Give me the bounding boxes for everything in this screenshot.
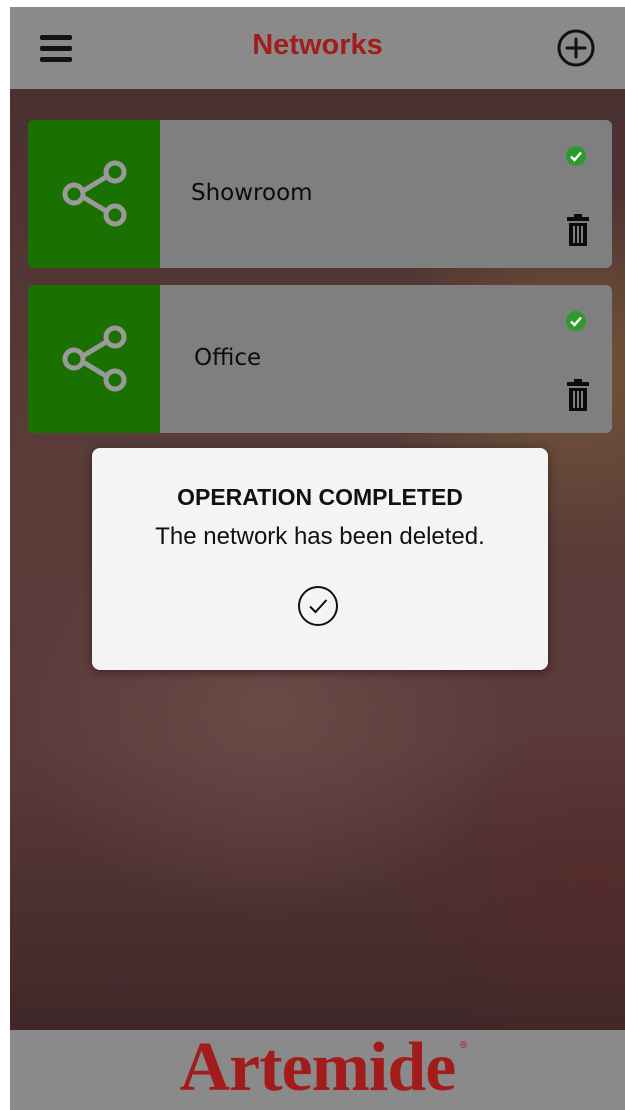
page-title: Networks [252, 29, 383, 61]
brand-logo: Artemide [179, 1029, 457, 1106]
registered-mark: ® [460, 1040, 468, 1051]
network-card-office[interactable]: Office [28, 285, 612, 433]
footer-bar: Artemide ® [10, 1030, 625, 1110]
share-icon [62, 160, 127, 227]
app-screen: Networks Showroom Office OPERATION COMPL… [10, 7, 625, 1110]
dialog-title: OPERATION COMPLETED [177, 484, 463, 510]
network-name: Office [194, 345, 262, 371]
network-card-showroom[interactable]: Showroom [28, 120, 612, 268]
network-name: Showroom [191, 180, 313, 206]
trash-icon[interactable] [566, 379, 590, 411]
top-bar: Networks [10, 7, 625, 89]
green-check-circle-icon [566, 311, 586, 331]
dialog-message: The network has been deleted. [155, 523, 485, 550]
network-icon-box [28, 120, 160, 268]
trash-icon[interactable] [566, 214, 590, 246]
check-circle-icon[interactable] [297, 585, 339, 627]
network-icon-box [28, 285, 160, 433]
operation-completed-dialog: OPERATION COMPLETED The network has been… [92, 448, 548, 670]
green-check-circle-icon [566, 146, 586, 166]
share-icon [62, 325, 127, 392]
plus-circle-icon[interactable] [556, 28, 596, 68]
